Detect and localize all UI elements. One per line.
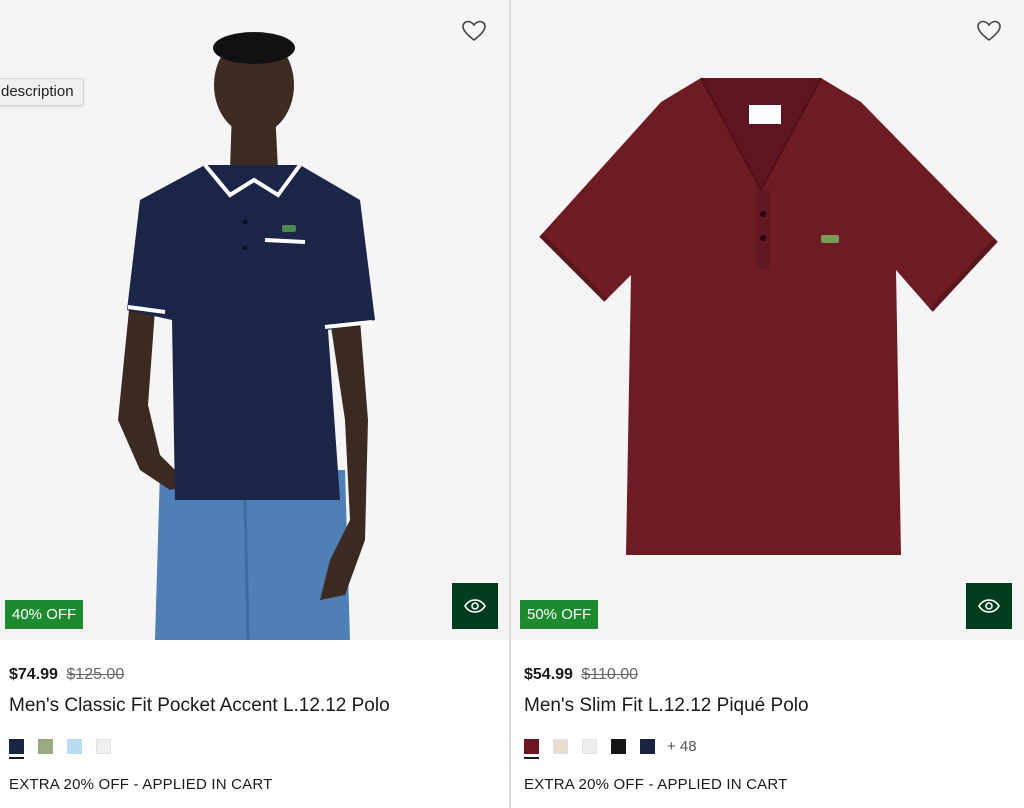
discount-badge: 40% OFF — [5, 600, 84, 629]
sale-price: $74.99 — [9, 666, 58, 683]
promo-text: EXTRA 20% OFF - APPLIED IN CART — [9, 776, 273, 793]
color-swatch[interactable] — [9, 738, 24, 759]
product-info: $74.99 $125.00 Men's Classic Fit Pocket … — [0, 640, 509, 808]
color-swatch[interactable] — [582, 738, 597, 754]
sale-price: $54.99 — [524, 666, 573, 683]
discount-badge: 50% OFF — [520, 600, 599, 629]
product-card[interactable]: description 40% OFF $74.99 $125.00 Men's… — [0, 0, 509, 808]
color-swatch[interactable] — [67, 738, 82, 754]
polo-photo — [539, 77, 998, 555]
product-info: $54.99 $110.00 Men's Slim Fit L.12.12 Pi… — [511, 640, 1024, 808]
product-image[interactable]: description 40% OFF — [0, 0, 509, 640]
quick-view-button[interactable] — [966, 583, 1012, 629]
description-tooltip: description — [0, 78, 84, 106]
color-swatch[interactable] — [640, 738, 655, 754]
product-card[interactable]: 50% OFF $54.99 $110.00 Men's Slim Fit L.… — [511, 0, 1024, 808]
eye-icon — [464, 599, 486, 613]
color-swatches — [9, 736, 125, 759]
more-colors-link[interactable]: + 48 — [667, 738, 697, 755]
price-row: $54.99 $110.00 — [524, 666, 638, 684]
original-price: $125.00 — [66, 666, 125, 683]
product-name[interactable]: Men's Classic Fit Pocket Accent L.12.12 … — [9, 695, 390, 717]
price-row: $74.99 $125.00 — [9, 666, 124, 684]
color-swatch[interactable] — [553, 738, 568, 754]
heart-icon[interactable] — [976, 19, 1002, 43]
quick-view-button[interactable] — [452, 583, 498, 629]
promo-text: EXTRA 20% OFF - APPLIED IN CART — [524, 776, 788, 793]
color-swatches: + 48 — [524, 736, 697, 759]
color-swatch[interactable] — [38, 738, 53, 754]
eye-icon — [978, 599, 1000, 613]
product-name[interactable]: Men's Slim Fit L.12.12 Piqué Polo — [524, 695, 809, 717]
color-swatch[interactable] — [96, 738, 111, 754]
product-image[interactable]: 50% OFF — [511, 0, 1024, 640]
heart-icon[interactable] — [461, 19, 487, 43]
original-price: $110.00 — [581, 666, 639, 683]
color-swatch[interactable] — [524, 738, 539, 759]
color-swatch[interactable] — [611, 738, 626, 754]
product-grid: description 40% OFF $74.99 $125.00 Men's… — [0, 0, 1024, 808]
